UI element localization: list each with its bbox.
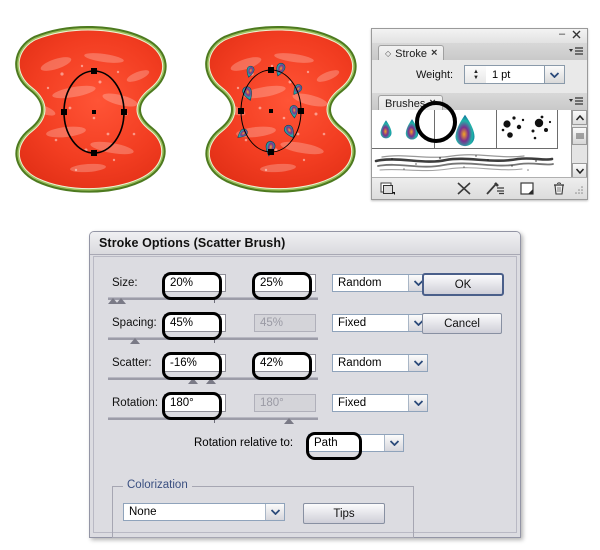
scatter-slider-min-handle[interactable] — [188, 378, 198, 384]
tab-stroke-label: Stroke — [395, 47, 427, 60]
scroll-up-icon[interactable] — [572, 110, 587, 125]
rotation-relative-label: Rotation relative to: — [194, 437, 294, 449]
spacing-label: Spacing: — [112, 317, 157, 329]
stroke-panel: ◇ Stroke × Weight: ▲ ▼ 1 pt — [372, 43, 587, 94]
brush-cell-splatter[interactable] — [497, 110, 558, 149]
weight-stepper[interactable]: ▲ ▼ — [464, 65, 488, 84]
dialog-titlebar[interactable]: Stroke Options (Scatter Brush) — [90, 232, 520, 255]
scatter-max-input[interactable]: 42% — [254, 354, 316, 372]
resize-grip-icon[interactable] — [574, 181, 584, 196]
scatter-mode-select[interactable]: Random — [332, 354, 428, 372]
brushes-list[interactable] — [372, 110, 587, 179]
rotation-mode-value: Fixed — [338, 397, 367, 409]
chevron-down-icon[interactable] — [408, 395, 427, 411]
tab-close-icon[interactable]: × — [431, 48, 437, 59]
rotation-max-input: 180° — [254, 394, 316, 412]
rotation-mode-select[interactable]: Fixed — [332, 394, 428, 412]
annotation-circle-selected-brush — [415, 101, 457, 143]
art-brush-charcoal-stroke — [374, 154, 554, 172]
artwork-watermelon-plain — [8, 22, 188, 197]
scatter-slider-max-handle[interactable] — [206, 378, 216, 384]
tab-stroke[interactable]: ◇ Stroke × — [378, 45, 445, 61]
spacing-slider-center-tick — [214, 338, 215, 343]
size-mode-value: Random — [338, 277, 382, 289]
scatter-label: Scatter: — [112, 357, 152, 369]
remove-brush-stroke-icon[interactable] — [456, 181, 472, 196]
scroll-down-icon[interactable] — [572, 163, 587, 178]
row-scatter: Scatter: -16% 42% Random — [94, 351, 516, 391]
stroke-panel-menu-icon[interactable] — [568, 45, 584, 58]
spacing-mode-value: Fixed — [338, 317, 367, 329]
ok-button[interactable]: OK — [422, 273, 504, 296]
chevron-down-icon[interactable] — [408, 355, 427, 371]
chevron-down-icon[interactable] — [384, 435, 403, 451]
scatter-min-input[interactable]: -16% — [164, 354, 226, 372]
scrollbar-thumb[interactable] — [572, 127, 587, 145]
delete-brush-icon[interactable] — [552, 181, 566, 196]
brushes-panel: Brushes × — [372, 93, 587, 199]
brushes-scrollbar[interactable] — [571, 110, 587, 178]
new-brush-icon[interactable] — [520, 181, 535, 196]
brush-cell-art-stroke[interactable] — [372, 149, 557, 178]
options-of-selected-object-icon[interactable] — [485, 181, 505, 196]
flesh-texture — [19, 30, 163, 189]
spacing-max-input: 45% — [254, 314, 316, 332]
colorization-group: Colorization None Tips — [112, 479, 414, 538]
colorization-method-value: None — [129, 506, 157, 518]
panel-dock: – ◇ Stroke × Weight: ▲ ▼ 1 pt Brushes × — [371, 28, 588, 200]
brushes-toolbar — [372, 177, 587, 199]
dock-titlebar — [372, 29, 587, 43]
brushes-tabstrip: Brushes × — [372, 93, 587, 111]
spacing-slider-handle[interactable] — [130, 338, 140, 344]
size-slider-center-tick — [214, 298, 215, 303]
stroke-options-dialog: Stroke Options (Scatter Brush) Size: 20%… — [89, 231, 521, 538]
colorization-method-select[interactable]: None — [123, 503, 285, 521]
artwork-watermelon-with-brush — [198, 22, 378, 197]
panel-diamond-icon: ◇ — [385, 49, 392, 58]
size-label: Size: — [112, 277, 138, 289]
tips-button[interactable]: Tips — [303, 503, 385, 524]
row-rotation-relative: Rotation relative to: Path — [94, 433, 516, 455]
size-slider-max-handle[interactable] — [116, 298, 126, 304]
spacing-mode-select[interactable]: Fixed — [332, 314, 428, 332]
watermelon-svg-2 — [205, 25, 357, 193]
rotation-relative-value: Path — [314, 437, 338, 449]
rotation-relative-select[interactable]: Path — [308, 434, 404, 452]
stroke-panel-body: Weight: ▲ ▼ 1 pt — [372, 60, 587, 94]
size-min-input[interactable]: 20% — [164, 274, 226, 292]
scatter-mode-value: Random — [338, 357, 382, 369]
chevron-down-icon[interactable] — [265, 504, 284, 520]
watermelon-svg-1 — [15, 25, 167, 193]
weight-input[interactable]: 1 pt — [486, 65, 551, 84]
size-max-input[interactable]: 25% — [254, 274, 316, 292]
spacing-min-input[interactable]: 45% — [164, 314, 226, 332]
stepper-down-icon[interactable]: ▼ — [473, 75, 479, 81]
stroke-tabstrip: ◇ Stroke × — [372, 43, 587, 61]
size-slider-track[interactable] — [108, 297, 318, 300]
rotation-label: Rotation: — [112, 397, 159, 409]
weight-label: Weight: — [416, 69, 454, 81]
rotation-slider-center-tick — [214, 418, 215, 423]
dialog-title: Stroke Options (Scatter Brush) — [99, 236, 286, 250]
brush-libraries-menu-icon[interactable] — [380, 181, 398, 196]
close-icon[interactable] — [571, 29, 582, 40]
rotation-min-input[interactable]: 180° — [164, 394, 226, 412]
flesh-texture — [209, 30, 353, 189]
scatter-brush-ink-splatter — [501, 115, 552, 140]
brushes-panel-menu-icon[interactable] — [568, 95, 584, 108]
rotation-slider-handle[interactable] — [284, 418, 294, 424]
weight-dropdown-icon[interactable] — [544, 65, 565, 84]
row-rotation: Rotation: 180° 180° Fixed — [94, 391, 516, 431]
minimize-icon[interactable]: – — [557, 29, 567, 40]
colorization-legend: Colorization — [123, 479, 192, 491]
dialog-body: Size: 20% 25% Random Spacing: 45% 45% Fi… — [93, 256, 517, 538]
cancel-button[interactable]: Cancel — [422, 313, 502, 334]
size-mode-select[interactable]: Random — [332, 274, 428, 292]
